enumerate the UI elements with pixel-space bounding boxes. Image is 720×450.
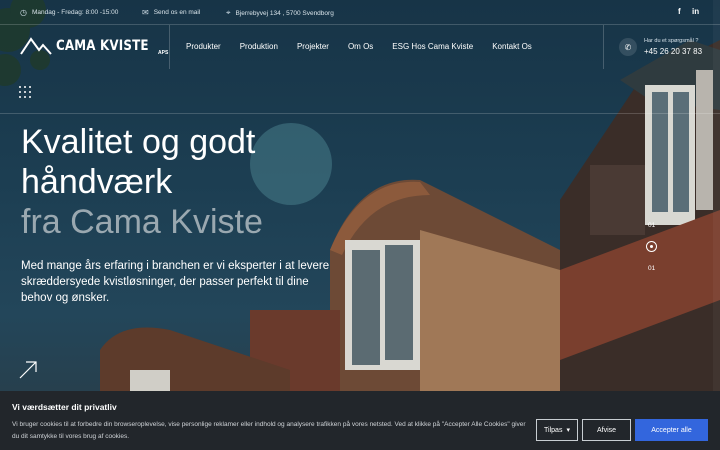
location-pin-icon: ⌖ xyxy=(226,8,231,17)
opening-hours-text: Mandag - Fredag: 8:00 -15:00 xyxy=(31,9,119,16)
slide-dot-active[interactable] xyxy=(646,241,657,252)
scrollbar[interactable] xyxy=(713,0,720,391)
nav-item-om-os[interactable]: Om Os xyxy=(348,42,373,51)
contact-question: Har du et spørgsmål ? xyxy=(644,38,699,44)
address-text: Bjerrebyvej 134 , 5700 Svendborg xyxy=(235,9,334,17)
accept-all-button[interactable]: Accepter alle xyxy=(635,419,708,441)
slide-number-bottom: 01 xyxy=(648,265,656,272)
divider-vertical-right xyxy=(603,25,604,69)
nav-item-projekter[interactable]: Projekter xyxy=(297,42,329,51)
phone-number[interactable]: +45 26 20 37 83 xyxy=(644,47,702,56)
logo[interactable]: CAMA KVISTE APS xyxy=(20,36,169,56)
divider-top xyxy=(0,24,720,25)
slide-number-top: 01 xyxy=(648,222,656,229)
address: ⌖ Bjerrebyvej 134 , 5700 Svendborg xyxy=(226,8,334,18)
customize-button[interactable]: Tilpas ▾ xyxy=(536,419,578,441)
accept-all-button-label: Accepter alle xyxy=(651,426,692,434)
hero-heading-line-2: håndværk xyxy=(21,163,173,201)
hero-heading-line-1: Kvalitet og godt xyxy=(21,123,256,161)
mail-icon: ✉ xyxy=(142,8,149,17)
arrow-up-right-icon[interactable] xyxy=(18,360,38,380)
opening-hours: ◷ Mandag - Fredag: 8:00 -15:00 xyxy=(20,8,118,17)
top-info-bar: ◷ Mandag - Fredag: 8:00 -15:00 ✉ Send os… xyxy=(0,0,720,25)
divider-header-bottom xyxy=(0,113,720,114)
nav-item-kontakt-os[interactable]: Kontakt Os xyxy=(492,42,532,51)
email-link-text: Send os en mail xyxy=(153,9,201,16)
phone-icon[interactable]: ✆ xyxy=(619,38,637,56)
house-roof-logo-icon xyxy=(20,37,52,55)
reject-button[interactable]: Afvise xyxy=(582,419,631,441)
clock-icon: ◷ xyxy=(20,8,27,17)
nav-item-produkter[interactable]: Produkter xyxy=(186,42,221,51)
nav-item-esg[interactable]: ESG Hos Cama Kviste xyxy=(392,42,473,51)
hero-subtitle: Med mange års erfaring i branchen er vi … xyxy=(21,260,330,304)
cookie-title: Vi værdsætter dit privatliv xyxy=(12,402,117,412)
chevron-down-icon: ▾ xyxy=(566,427,570,434)
hero-heading: Kvalitet og godt håndværk fra Cama Kvist… xyxy=(21,122,263,242)
logo-text: CAMA KVISTE xyxy=(56,38,149,54)
facebook-icon[interactable]: f xyxy=(678,7,681,16)
nav-item-produktion[interactable]: Produktion xyxy=(240,42,278,51)
customize-button-label: Tilpas xyxy=(544,426,563,434)
menu-grid-icon[interactable] xyxy=(19,86,31,98)
linkedin-icon[interactable]: in xyxy=(692,7,699,16)
divider-vertical xyxy=(169,25,170,69)
email-link[interactable]: ✉ Send os en mail xyxy=(142,8,200,17)
main-nav: Produkter Produktion Projekter Om Os ESG… xyxy=(186,42,532,51)
cookie-text: Vi bruger cookies til at forbedre din br… xyxy=(12,421,526,440)
hero-heading-line-3: fra Cama Kviste xyxy=(21,203,263,241)
logo-suffix: APS xyxy=(158,50,169,56)
reject-button-label: Afvise xyxy=(596,426,617,434)
